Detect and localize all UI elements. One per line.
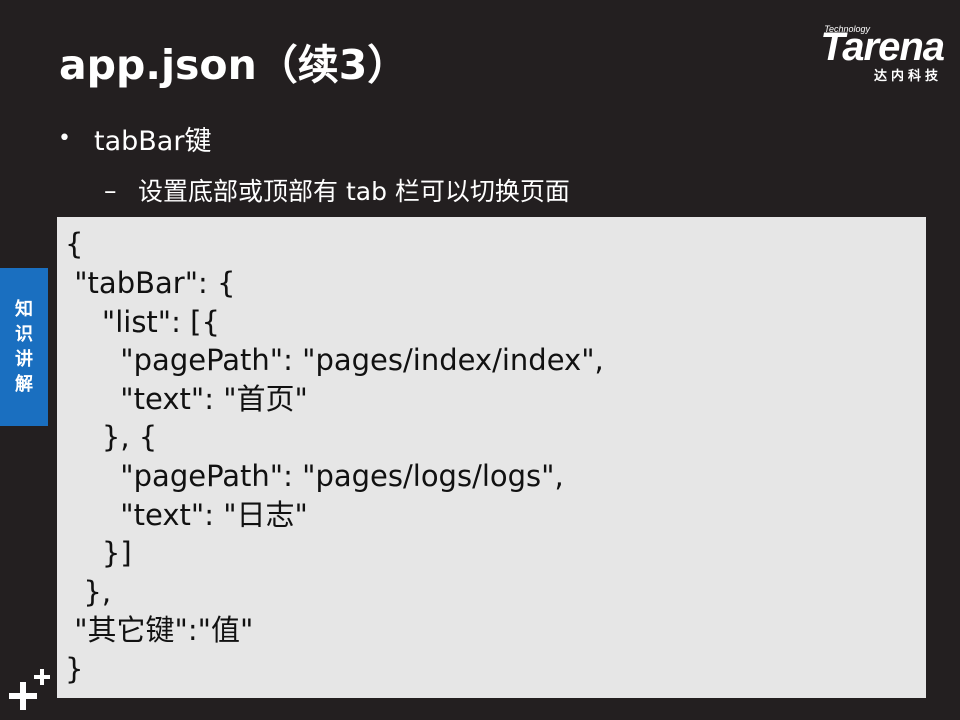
code-line: "list": [{	[65, 305, 220, 339]
code-line: "text": "首页"	[65, 382, 308, 416]
code-line: {	[65, 227, 84, 261]
code-line: "text": "日志"	[65, 498, 308, 532]
code-line: "其它键":"值"	[65, 613, 254, 647]
side-tab-char: 知	[15, 299, 33, 320]
side-tab-knowledge: 知 识 讲 解	[0, 268, 48, 426]
code-line: }, {	[65, 420, 158, 454]
logo-cn-text: 达内科技	[873, 69, 942, 84]
code-line: },	[65, 575, 112, 609]
slide-title: app.json（续3）	[59, 41, 409, 89]
logo-wordmark: Tarena	[820, 25, 945, 69]
sub-bullet-text: 设置底部或顶部有 tab 栏可以切换页面	[138, 177, 570, 206]
side-tab-char: 解	[15, 374, 33, 395]
sub-bullet-symbol: –	[104, 175, 117, 205]
side-tab-char: 讲	[15, 349, 33, 370]
bullet-symbol: •	[58, 125, 71, 151]
code-line: }	[65, 652, 84, 686]
plus-plus-icon	[9, 669, 50, 710]
sub-bullet-item: – 设置底部或顶部有 tab 栏可以切换页面	[104, 170, 570, 210]
code-line: "tabBar": {	[65, 266, 236, 300]
code-line: "pagePath": "pages/index/index",	[65, 343, 604, 377]
tarena-logo: Technology Tarena 达内科技	[776, 24, 945, 84]
code-line: }]	[65, 536, 132, 570]
side-tab-char: 识	[15, 324, 33, 345]
code-block: { "tabBar": { "list": [{ "pagePath": "pa…	[57, 217, 926, 698]
bullet-text: tabBar键	[94, 125, 212, 157]
bullet-item: • tabBar键	[58, 116, 211, 160]
code-line: "pagePath": "pages/logs/logs",	[65, 459, 564, 493]
